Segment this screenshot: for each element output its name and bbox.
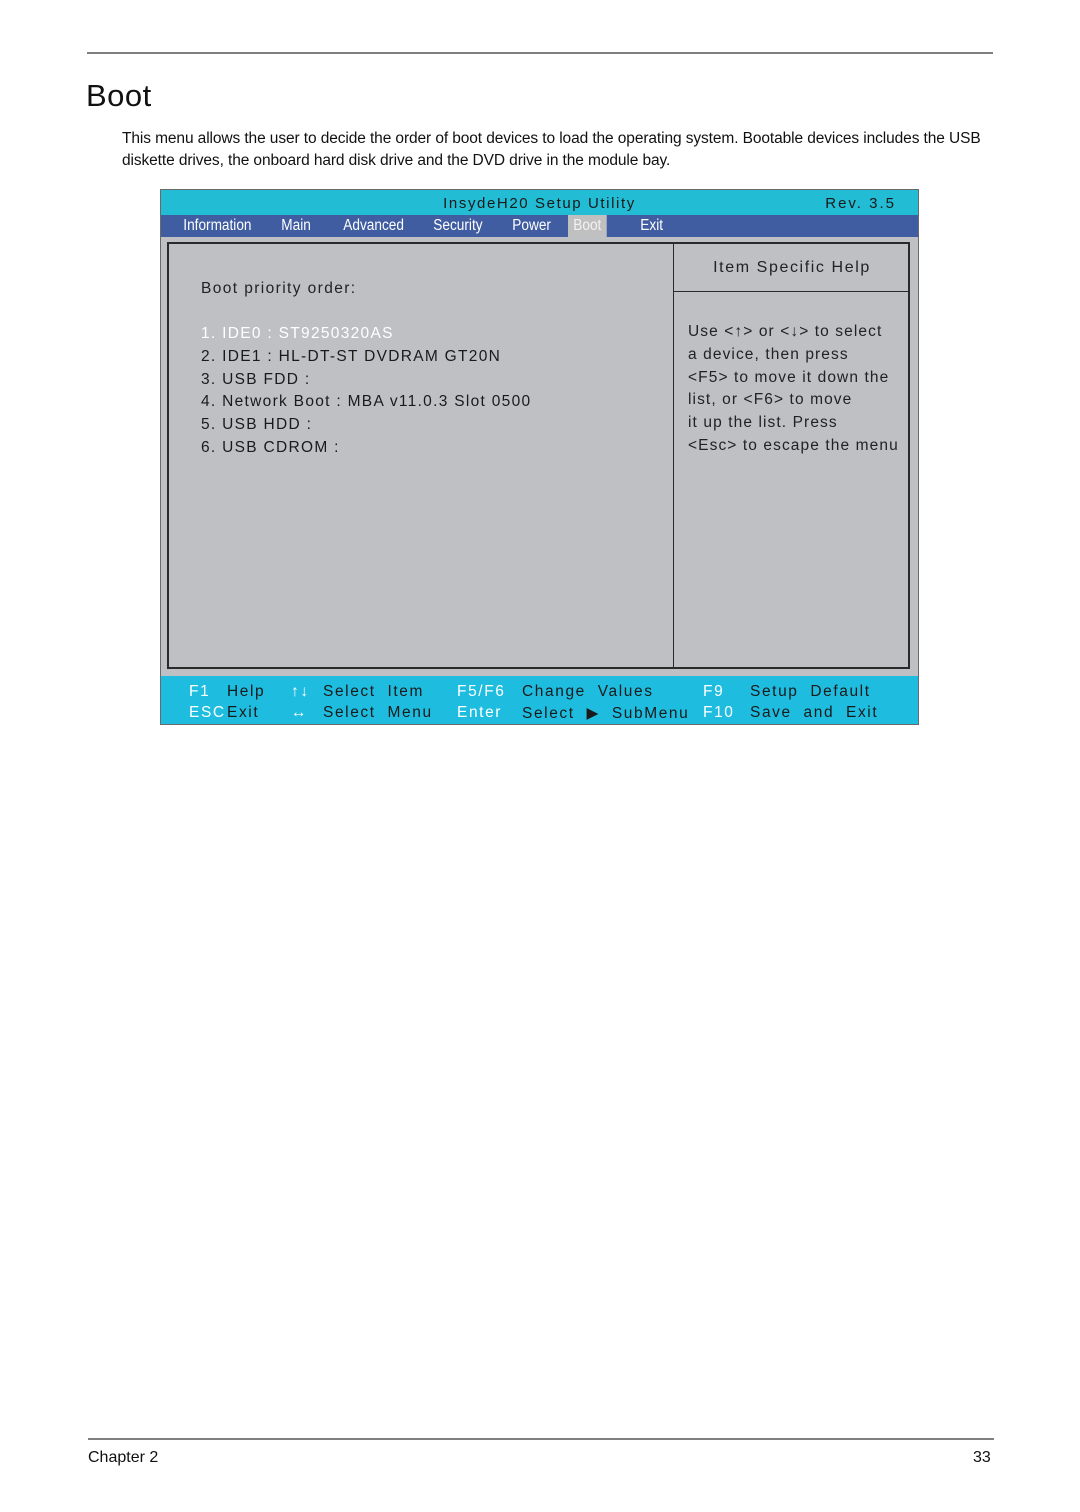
bios-revision: Rev. 3.5: [825, 195, 896, 212]
tab-security[interactable]: Security: [428, 215, 488, 237]
key-f5f6: F5/F6: [457, 683, 506, 700]
page-title: Boot: [86, 78, 152, 113]
boot-item[interactable]: 4. Network Boot : MBA v11.0.3 Slot 0500: [201, 391, 531, 414]
boot-item[interactable]: 2. IDE1 : HL-DT-ST DVDRAM GT20N: [201, 346, 531, 369]
boot-priority-label: Boot priority order:: [201, 280, 357, 297]
key-enter-desc: Select ▶ SubMenu: [522, 705, 690, 722]
key-f5f6-desc: Change Values: [522, 683, 654, 700]
arrow-left-right-icon: ↔: [291, 704, 309, 721]
top-rule: [87, 52, 993, 54]
boot-item[interactable]: 3. USB FDD :: [201, 369, 531, 392]
tab-advanced[interactable]: Advanced: [338, 215, 409, 237]
help-title: Item Specific Help: [713, 259, 871, 276]
boot-panel: Boot priority order: 1. IDE0 : ST9250320…: [167, 242, 910, 669]
boot-item[interactable]: 5. USB HDD :: [201, 414, 531, 437]
footer-chapter: Chapter 2: [88, 1449, 159, 1466]
key-f10-desc: Save and Exit: [750, 704, 879, 721]
boot-item[interactable]: 6. USB CDROM :: [201, 437, 531, 460]
key-f9-desc: Setup Default: [750, 683, 871, 700]
boot-priority-list: 1. IDE0 : ST9250320AS 2. IDE1 : HL-DT-ST…: [201, 323, 531, 460]
bios-key-legend: F1 Help ↑↓ Select Item F5/F6 Change Valu…: [161, 676, 918, 724]
tab-information[interactable]: Information: [178, 215, 257, 237]
key-f9: F9: [703, 683, 725, 700]
key-enter: Enter: [457, 704, 503, 721]
key-esc: ESC: [189, 704, 226, 721]
key-updown-desc: Select Item: [323, 683, 425, 700]
key-leftright-desc: Select Menu: [323, 704, 433, 721]
tab-boot[interactable]: Boot: [568, 215, 607, 237]
bottom-rule: [88, 1438, 994, 1440]
bios-screenshot: InsydeH20 Setup Utility Rev. 3.5 Informa…: [160, 189, 919, 725]
key-esc-desc: Exit: [227, 704, 260, 721]
bios-title-bar: InsydeH20 Setup Utility Rev. 3.5: [161, 190, 918, 215]
bios-menu-bar: Information Main Advanced Security Power…: [161, 215, 918, 237]
intro-paragraph: This menu allows the user to decide the …: [122, 130, 981, 169]
help-text: Use <↑> or <↓> to select a device, then …: [688, 323, 899, 454]
key-f1: F1: [189, 683, 211, 700]
footer-page-number: 33: [973, 1449, 991, 1466]
help-divider: [674, 291, 910, 292]
tab-main[interactable]: Main: [276, 215, 316, 237]
arrow-up-down-icon: ↑↓: [291, 683, 310, 700]
tab-exit[interactable]: Exit: [635, 215, 668, 237]
key-f1-desc: Help: [227, 683, 266, 700]
panel-divider: [673, 244, 674, 667]
tab-power[interactable]: Power: [507, 215, 556, 237]
key-f10: F10: [703, 704, 735, 721]
bios-title: InsydeH20 Setup Utility: [443, 195, 636, 212]
boot-item-selected[interactable]: 1. IDE0 : ST9250320AS: [201, 323, 531, 346]
